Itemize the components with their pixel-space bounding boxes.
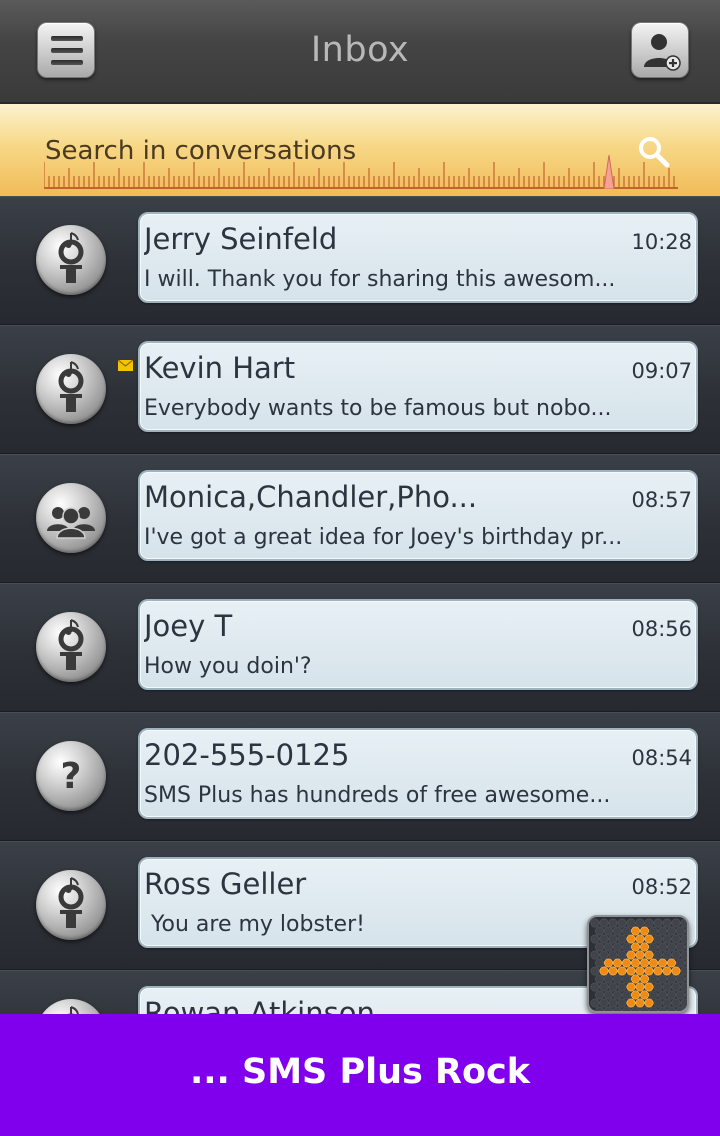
add-contact-icon	[644, 34, 681, 71]
group-avatar	[36, 483, 106, 553]
contact-name: Monica,Chandler,Pho...	[144, 480, 478, 514]
contact-name: 202-555-0125	[144, 738, 350, 772]
message-preview: How you doin'?	[144, 654, 312, 679]
app-header: Inbox	[0, 0, 720, 104]
group-icon	[47, 507, 95, 539]
contact-name: Jerry Seinfeld	[144, 222, 338, 256]
plus-icon	[590, 918, 687, 1011]
person-icon	[58, 877, 84, 928]
conversation-bubble: Jerry Seinfeld 10:28 I will. Thank you f…	[138, 212, 698, 303]
conversation-row[interactable]: Kevin Hart 09:07 Everybody wants to be f…	[0, 325, 720, 454]
contact-name: Rowan Atkinson	[144, 996, 375, 1014]
message-time: 08:52	[631, 875, 692, 899]
message-preview: I will. Thank you for sharing this aweso…	[144, 267, 616, 292]
conversation-row[interactable]: Monica,Chandler,Pho... 08:57 I've got a …	[0, 454, 720, 583]
message-time: 10:28	[631, 230, 692, 254]
person-icon	[67, 1006, 79, 1014]
unread-envelope-icon	[118, 360, 133, 371]
conversation-bubble: 202-555-0125 08:54 SMS Plus has hundreds…	[138, 728, 698, 819]
contact-name: Joey T	[144, 609, 233, 643]
message-preview: Everybody wants to be famous but nobo...	[144, 396, 612, 421]
contact-name: Ross Geller	[144, 867, 307, 901]
person-avatar	[36, 612, 106, 682]
conversation-bubble: Kevin Hart 09:07 Everybody wants to be f…	[138, 341, 698, 432]
unknown-contact-icon: ?	[61, 756, 82, 797]
search-ruler-decoration	[44, 155, 678, 189]
message-time: 08:57	[631, 488, 692, 512]
person-avatar	[36, 225, 106, 295]
banner-text: ... SMS Plus Rock	[189, 1052, 531, 1092]
page-title: Inbox	[310, 30, 410, 70]
person-icon	[58, 619, 84, 670]
conversation-row[interactable]: Jerry Seinfeld 10:28 I will. Thank you f…	[0, 196, 720, 325]
unknown-contact-avatar: ?	[36, 741, 106, 811]
conversation-bubble: Monica,Chandler,Pho... 08:57 I've got a …	[138, 470, 698, 561]
contact-name: Kevin Hart	[144, 351, 296, 385]
person-avatar	[36, 354, 106, 424]
person-icon	[58, 361, 84, 412]
conversation-row[interactable]: ? 202-555-0125 08:54 SMS Plus has hundre…	[0, 712, 720, 841]
conversation-row[interactable]: Joey T 08:56 How you doin'?	[0, 583, 720, 712]
message-time: 08:56	[631, 617, 692, 641]
conversation-bubble: Joey T 08:56 How you doin'?	[138, 599, 698, 690]
person-avatar	[36, 999, 106, 1014]
message-time: 09:07	[631, 359, 692, 383]
promo-banner: ... SMS Plus Rock	[0, 1014, 720, 1136]
message-preview: I've got a great idea for Joey's birthda…	[144, 525, 623, 550]
message-time: 08:54	[631, 746, 692, 770]
svg-text:?: ?	[61, 756, 82, 797]
conversation-list: Jerry Seinfeld 10:28 I will. Thank you f…	[0, 196, 720, 1014]
new-message-button[interactable]	[587, 915, 689, 1013]
person-icon	[58, 232, 84, 283]
person-avatar	[36, 870, 106, 940]
add-contact-button[interactable]	[631, 22, 689, 78]
search-icon[interactable]	[636, 134, 672, 170]
message-preview: SMS Plus has hundreds of free awesome...	[144, 783, 611, 808]
